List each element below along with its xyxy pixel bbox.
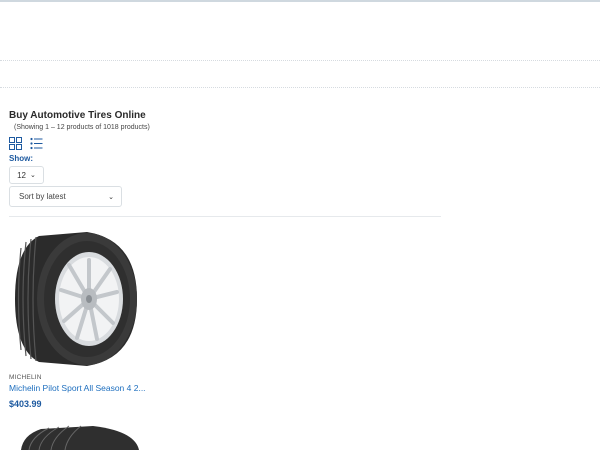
product-image-tire[interactable] bbox=[9, 423, 144, 450]
product-brand: MICHELIN bbox=[9, 374, 42, 381]
results-count: (Showing 1 – 12 products of 1018 product… bbox=[14, 124, 150, 131]
per-page-select[interactable]: 12 ⌄ bbox=[9, 166, 44, 184]
page-title: Buy Automotive Tires Online bbox=[9, 110, 146, 121]
header-divider bbox=[0, 60, 600, 61]
product-card: MICHELIN Michelin Pilot Sport All Season… bbox=[9, 228, 146, 409]
product-price: $403.99 bbox=[9, 399, 42, 409]
sort-select[interactable]: Sort by latest ⌄ bbox=[9, 186, 122, 207]
toolbar-separator bbox=[9, 216, 441, 217]
chevron-down-icon: ⌄ bbox=[30, 172, 36, 179]
show-label: Show: bbox=[9, 154, 33, 163]
product-image-tire[interactable] bbox=[9, 228, 142, 370]
grid-view-icon[interactable] bbox=[9, 137, 22, 150]
breadcrumb-divider bbox=[0, 87, 600, 88]
product-name-link[interactable]: Michelin Pilot Sport All Season 4 2... bbox=[9, 383, 146, 393]
view-toggle bbox=[9, 137, 43, 150]
sort-value: Sort by latest bbox=[19, 192, 66, 201]
chevron-down-icon: ⌄ bbox=[108, 193, 114, 201]
site-header bbox=[0, 2, 600, 59]
per-page-value: 12 bbox=[17, 170, 27, 180]
list-view-icon[interactable] bbox=[30, 137, 43, 150]
